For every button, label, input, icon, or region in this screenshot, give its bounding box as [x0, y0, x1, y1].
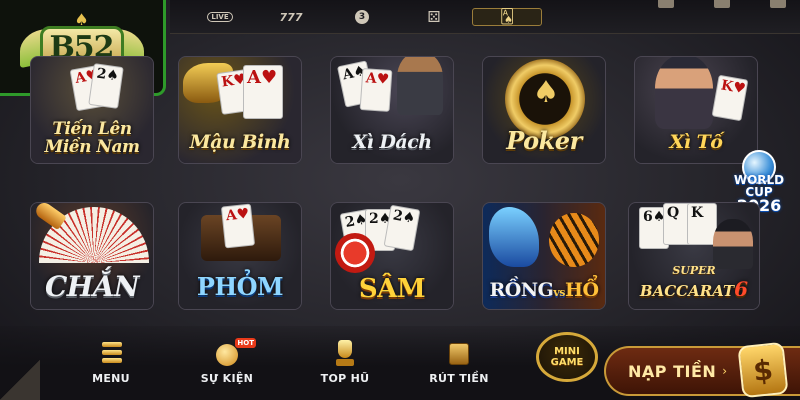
- game-tile-super-baccarat-6[interactable]: 6♠ Q K SUPER BACCARAT6: [628, 202, 760, 310]
- profile-tab-icon[interactable]: [770, 0, 786, 8]
- game-lobby: LIVE 777 3 ⚄ 🂡 ♠ B52 A♥ 2♠ Tiến Lên Miền…: [0, 0, 800, 400]
- withdraw-icon: [444, 340, 474, 368]
- game-tile-phom[interactable]: A♥ PHỎM: [178, 202, 302, 310]
- game-title: PHỎM: [196, 271, 284, 301]
- trophy-icon: [330, 340, 360, 368]
- game-tile-sam[interactable]: 2♠ 2♠ 2♠ SÂM: [330, 202, 454, 310]
- nav-withdraw[interactable]: RÚT TIỀN: [414, 340, 504, 385]
- card-icon: 2♠: [383, 204, 421, 252]
- filter-card-games[interactable]: 🂡: [472, 8, 542, 26]
- nav-events[interactable]: HOT SỰ KIỆN: [182, 338, 272, 385]
- hot-badge: HOT: [235, 338, 256, 348]
- nav-top-jackpot[interactable]: TOP HŨ: [300, 340, 390, 385]
- event-icon: HOT: [212, 338, 256, 368]
- game-tile-chan[interactable]: CHẮN: [30, 202, 154, 310]
- game-tile-poker[interactable]: ♠ Poker: [482, 56, 606, 164]
- menu-icon: [96, 340, 126, 368]
- world-cup-badge[interactable]: WORLD CUP 2026: [720, 150, 798, 214]
- game-title: Mậu Binh: [189, 131, 291, 154]
- filter-dice[interactable]: ⚄: [422, 8, 446, 26]
- live-icon: LIVE: [207, 12, 233, 22]
- corner-decoration: [0, 360, 40, 400]
- card-icon: A♥: [243, 65, 283, 119]
- game-tile-mau-binh[interactable]: K♥ A♥ Mậu Binh: [178, 56, 302, 164]
- filter-slots[interactable]: 777: [276, 8, 306, 26]
- game-tile-xi-dach[interactable]: A♠ A♥ Xì Dách: [330, 56, 454, 164]
- slot-icon: 777: [279, 10, 303, 24]
- mini-game-button[interactable]: MINI GAME: [536, 332, 598, 382]
- spade-icon: ♠: [532, 75, 560, 110]
- game-title: Xì Dách: [352, 131, 432, 154]
- filter-lottery[interactable]: 3: [350, 8, 374, 26]
- deposit-button[interactable]: NẠP TIỀN › $: [604, 341, 800, 399]
- game-title: RỒNGvsHỔ: [489, 279, 599, 302]
- poker-chip-icon: [335, 233, 375, 273]
- dealer-avatar: [397, 57, 443, 115]
- menu-tab-icon[interactable]: [658, 0, 674, 8]
- dollar-icon: $: [737, 341, 789, 399]
- game-tile-xi-to[interactable]: K♥ Xì Tố: [634, 56, 758, 164]
- filter-live[interactable]: LIVE: [206, 8, 234, 26]
- game-title: SUPER BACCARAT6: [639, 264, 749, 301]
- dragon-icon: [489, 207, 539, 267]
- nav-menu[interactable]: MENU: [66, 340, 156, 385]
- game-title: Poker: [506, 125, 582, 155]
- dealer-avatar: [655, 57, 713, 129]
- card-icon: A♥: [359, 68, 393, 112]
- card-icon: K♥: [711, 74, 749, 122]
- game-title: CHẮN: [44, 269, 140, 303]
- top-right-icons: [658, 0, 786, 8]
- chevron-right-icon: ›: [722, 364, 728, 378]
- cards-icon: 🂡: [499, 9, 515, 25]
- game-tile-tien-len-mien-nam[interactable]: A♥ 2♠ Tiến Lên Miền Nam: [30, 56, 154, 164]
- game-tile-rong-vs-ho[interactable]: RỒNGvsHỔ: [482, 202, 606, 310]
- game-title: SÂM: [358, 273, 426, 304]
- card-icon: 2♠: [88, 63, 124, 109]
- dice-icon: ⚄: [427, 8, 441, 26]
- category-filter-bar: LIVE 777 3 ⚄ 🂡: [170, 0, 800, 34]
- card-icon: A♥: [220, 203, 256, 249]
- settings-tab-icon[interactable]: [714, 0, 730, 8]
- dealer-avatar: [713, 219, 753, 269]
- ball-icon: 3: [355, 10, 369, 24]
- tiger-icon: [549, 213, 599, 267]
- game-title: Tiến Lên Miền Nam: [44, 119, 140, 158]
